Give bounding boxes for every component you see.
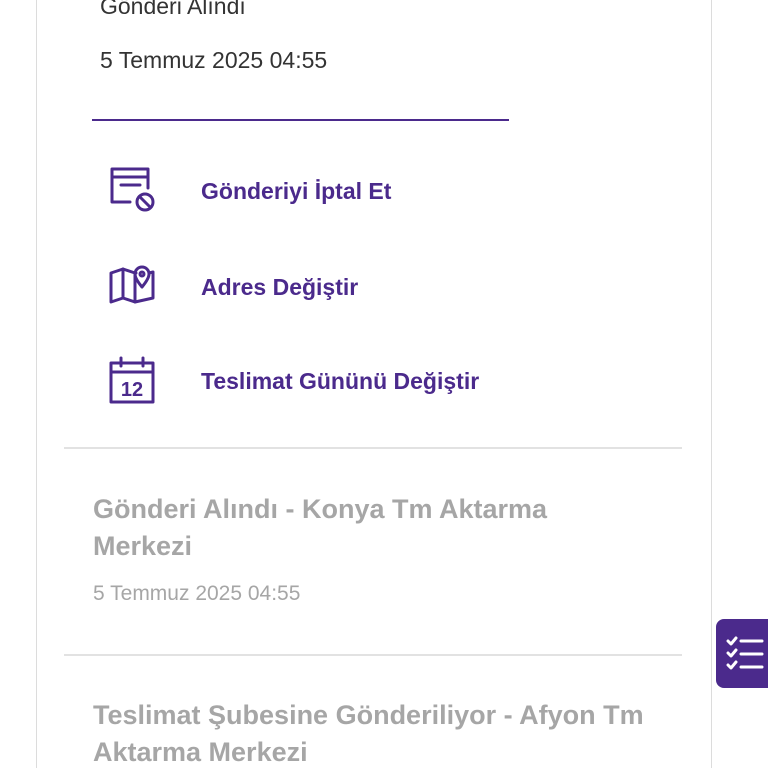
cancel-shipment-label: Gönderiyi İptal Et bbox=[201, 178, 392, 204]
current-status-date: 5 Temmuz 2025 04:55 bbox=[100, 47, 328, 73]
current-status-text: Gönderi Alındı bbox=[100, 0, 246, 19]
checklist-fab-button[interactable] bbox=[716, 619, 768, 688]
shipment-tracking-screen: Gönderi Alındı 5 Temmuz 2025 04:55 Gönde… bbox=[0, 0, 768, 768]
change-delivery-day-label: Teslimat Gününü Değiştir bbox=[201, 368, 480, 394]
history-item-title: Gönderi Alındı - Konya Tm Aktarma Merkez… bbox=[93, 494, 548, 561]
cancel-shipment-button[interactable]: Gönderiyi İptal Et bbox=[108, 166, 528, 216]
map-pin-icon bbox=[109, 265, 155, 304]
calendar-day-number: 12 bbox=[121, 379, 143, 401]
change-address-label: Adres Değiştir bbox=[201, 274, 359, 300]
change-delivery-day-button[interactable]: 12 Teslimat Gününü Değiştir bbox=[108, 356, 528, 406]
history-item-date: 5 Temmuz 2025 04:55 bbox=[93, 582, 301, 605]
change-address-button[interactable]: Adres Değiştir bbox=[108, 262, 528, 312]
history-item-title: Teslimat Şubesine Gönderiliyor - Afyon T… bbox=[93, 700, 644, 767]
calendar-icon: 12 bbox=[109, 356, 155, 404]
status-divider bbox=[92, 119, 509, 121]
history-divider bbox=[64, 447, 682, 449]
history-divider bbox=[64, 654, 682, 656]
cancel-shipment-icon bbox=[110, 167, 155, 212]
checklist-icon bbox=[726, 636, 764, 670]
